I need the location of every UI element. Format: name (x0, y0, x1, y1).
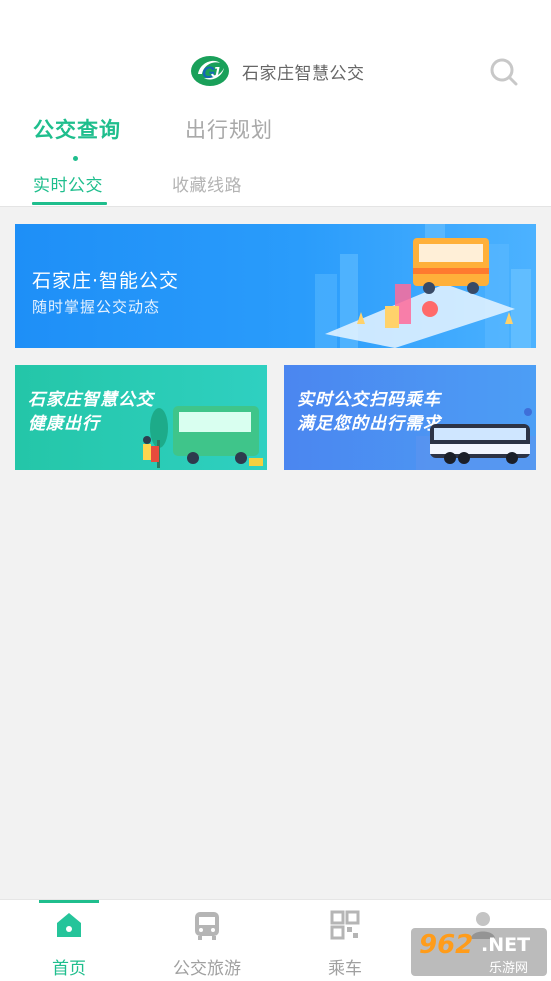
nav-label: 公交旅游 (173, 959, 241, 979)
nav-item-home[interactable]: 首页 (0, 900, 138, 981)
watermark-number: 962 (419, 930, 474, 960)
shijiazhuang-bus-logo: G J (191, 56, 229, 86)
nav-item-bus-tour[interactable]: 公交旅游 (138, 900, 276, 981)
tab-trip-planning[interactable]: 出行规划 (185, 114, 273, 144)
svg-text:J: J (211, 64, 220, 81)
app-header: G J 石家庄智慧公交 (190, 54, 365, 88)
nav-label: 首页 (52, 959, 86, 979)
watermark-text: 乐游网 (489, 961, 529, 976)
green-bus-illustration (143, 406, 263, 468)
subtab-realtime-bus[interactable]: 实时公交 (33, 171, 103, 196)
top-header-area: G J 石家庄智慧公交 公交查询 出行规划 实时公交 收藏线路 (0, 0, 551, 207)
banner-subtitle: 随时掌握公交动态 (32, 298, 161, 316)
coach-bus-illustration (416, 408, 536, 470)
card-title: 石家庄智慧公交 (28, 390, 154, 410)
watermark-suffix: .NET (481, 934, 531, 956)
smart-bus-banner[interactable]: 石家庄·智能公交 随时掌握公交动态 (15, 224, 536, 348)
search-icon[interactable] (488, 56, 520, 88)
home-icon (57, 913, 81, 937)
qr-code-icon (330, 910, 360, 940)
nav-label: 乘车 (328, 959, 362, 979)
subtab-underline (32, 202, 107, 205)
city-bus-illustration (315, 224, 531, 348)
card-subtitle: 健康出行 (28, 414, 100, 434)
nav-item-ride[interactable]: 乘车 (276, 900, 414, 981)
banner-title: 石家庄·智能公交 (32, 270, 180, 292)
tab-bus-query[interactable]: 公交查询 (33, 114, 121, 144)
card-scan-ride[interactable]: 实时公交扫码乘车 满足您的出行需求 (284, 365, 536, 470)
subtab-favorite-routes[interactable]: 收藏线路 (172, 171, 242, 196)
card-healthy-travel[interactable]: 石家庄智慧公交 健康出行 (15, 365, 267, 470)
active-tab-dot (73, 156, 78, 161)
bus-icon (195, 912, 219, 940)
app-title: 石家庄智慧公交 (242, 63, 365, 84)
site-watermark: 962 .NET 乐游网 (411, 928, 547, 976)
